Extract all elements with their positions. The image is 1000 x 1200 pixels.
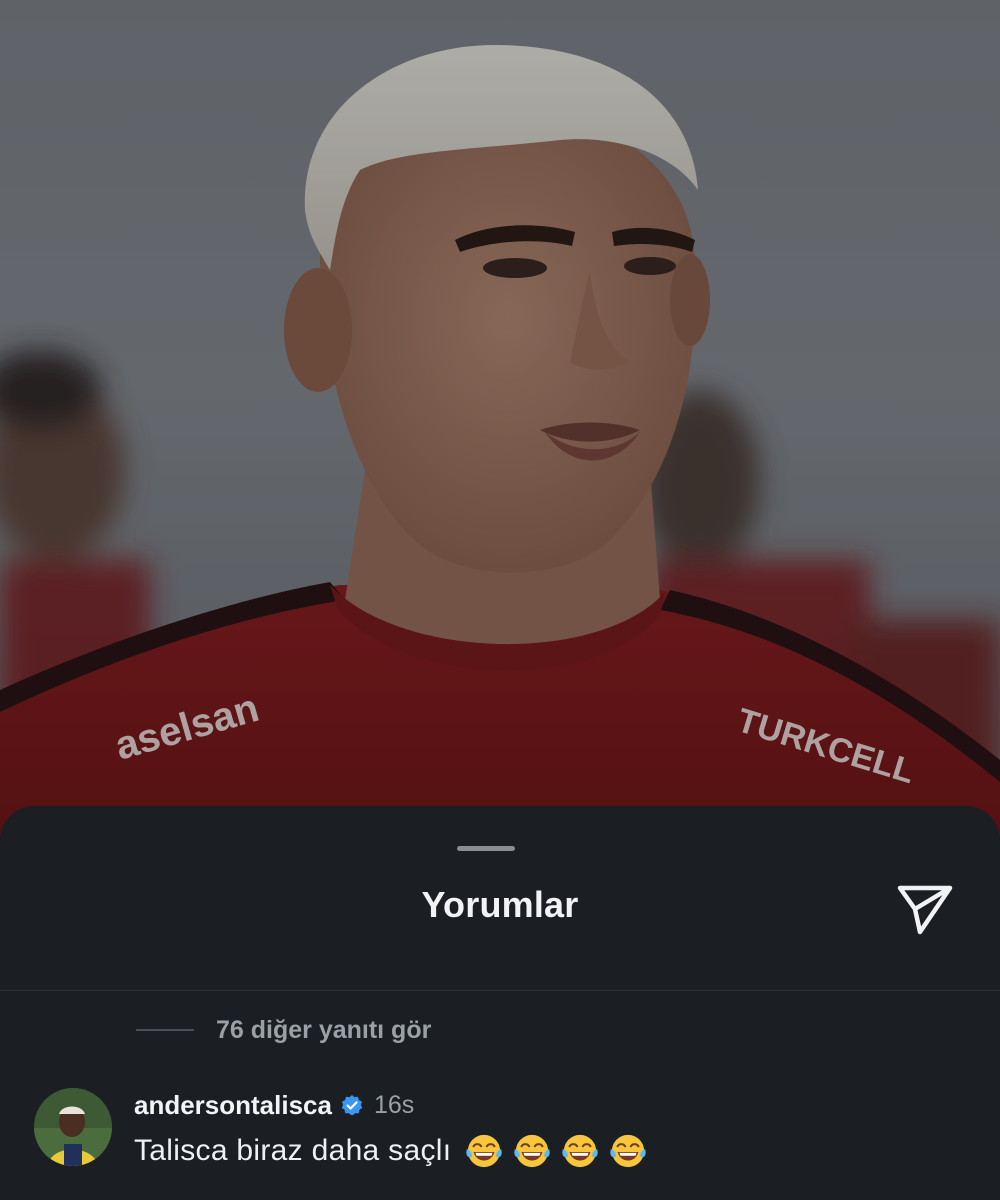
comment-timestamp: 16s (373, 1091, 415, 1119)
replies-line (136, 1029, 194, 1031)
share-button[interactable] (894, 878, 956, 940)
verified-badge-icon (341, 1094, 363, 1115)
view-more-replies-button[interactable]: 76 diğer yanıtı gör (136, 1010, 431, 1050)
view-more-replies-label: 76 diğer yanıtı gör (216, 1015, 432, 1044)
sheet-title: Yorumlar (421, 884, 579, 925)
screen: aselsan TURKCELL Yorumlar 76 diğer yanıt… (0, 0, 1000, 1200)
comments-sheet: Yorumlar 76 diğer yanıtı gör andersontal… (0, 806, 1000, 1200)
face-with-tears-of-joy-icon (466, 1134, 503, 1168)
comment-item: andersontalisca 16s Talisca biraz daha s… (34, 1088, 974, 1178)
sheet-divider (0, 990, 1000, 991)
post-photo: aselsan TURKCELL (0, 0, 1000, 860)
face-with-tears-of-joy-icon (562, 1134, 599, 1168)
comment-text: Talisca biraz daha saçlı (134, 1134, 452, 1167)
comment-header: andersontalisca 16s (134, 1090, 414, 1121)
face-with-tears-of-joy-icon (514, 1134, 551, 1168)
avatar[interactable] (34, 1088, 112, 1166)
sheet-grabber-handle[interactable] (457, 846, 515, 851)
comment-username[interactable]: andersontalisca (134, 1090, 332, 1121)
send-icon (897, 885, 953, 935)
comment-emojis (465, 1132, 647, 1170)
comment-body: Talisca biraz daha saçlı (134, 1132, 647, 1170)
face-with-tears-of-joy-icon (610, 1134, 647, 1168)
